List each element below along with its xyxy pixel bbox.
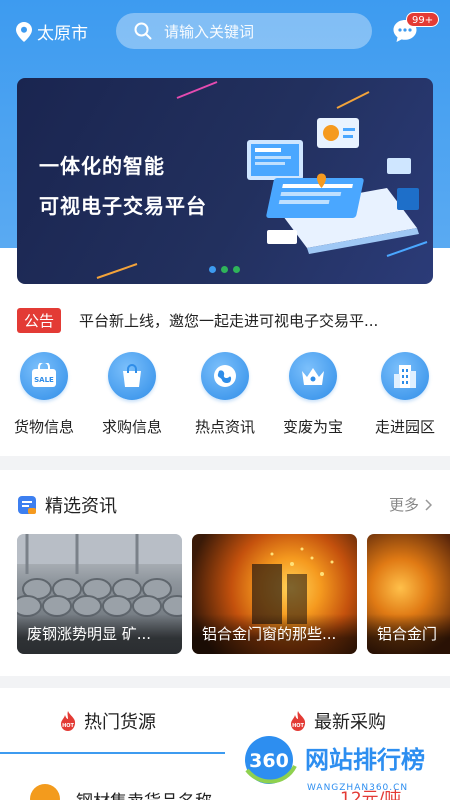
more-link[interactable]: 更多 — [389, 494, 432, 515]
news-card-title: 铝合金门窗的那些... — [192, 614, 357, 654]
city-label: 太原市 — [37, 24, 88, 44]
list-item[interactable]: 钢材集卖货品名称 — [30, 784, 212, 800]
sale-bag-icon: SALE — [20, 352, 68, 400]
product-name: 钢材集卖货品名称 — [76, 787, 212, 800]
svg-text:HOT: HOT — [62, 723, 74, 729]
location-selector[interactable]: 太原市 — [16, 19, 88, 44]
search-input[interactable]: 请输入关键词 — [116, 13, 372, 49]
banner-headline-1: 一体化的智能 — [39, 154, 165, 178]
tab-label: 热门货源 — [84, 712, 156, 733]
news-card-title: 铝合金门 — [367, 614, 450, 654]
category-waste-to-treasure[interactable]: 变废为宝 — [273, 352, 353, 437]
banner-headline-2: 可视电子交易平台 — [39, 194, 207, 218]
section-header: 精选资讯 — [17, 492, 117, 518]
category-hot-news[interactable]: 热点资讯 — [185, 352, 265, 437]
category-purchase-info[interactable]: 求购信息 — [92, 352, 172, 437]
category-goods-info[interactable]: SALE 货物信息 — [4, 352, 84, 437]
category-label: 热点资讯 — [194, 418, 255, 436]
globe-icon — [201, 352, 249, 400]
news-card-title: 废钢涨势明显 矿... — [17, 614, 182, 654]
news-card[interactable]: 铝合金门窗的那些... — [192, 534, 357, 654]
watermark-text: 网站排行榜 — [305, 746, 425, 774]
more-label: 更多 — [388, 496, 419, 514]
svg-text:SALE: SALE — [34, 376, 54, 384]
announcement-bar[interactable]: 公告 平台新上线，邀您一起走进可视电子交易平... — [17, 306, 433, 334]
category-label: 走进园区 — [374, 418, 435, 436]
location-pin-icon — [16, 21, 32, 42]
shopping-bag-icon — [108, 352, 156, 400]
banner-dot[interactable] — [233, 266, 240, 273]
crown-icon — [289, 352, 337, 400]
news-card[interactable]: 废钢涨势明显 矿... — [17, 534, 182, 654]
message-badge: 99+ — [406, 12, 440, 27]
tab-hot-supply[interactable]: HOT 热门货源 — [58, 708, 156, 734]
featured-news-section: 精选资讯 更多 废钢涨势明显 矿... 铝合金门窗的那些... 铝合金门 — [0, 470, 450, 676]
top-header: 太原市 请输入关键词 99+ — [0, 0, 450, 62]
active-tab-indicator — [0, 752, 225, 754]
watermark-url: WANGZHAN360.CN — [307, 783, 408, 793]
category-label: 货物信息 — [13, 418, 74, 436]
news-document-icon — [18, 496, 36, 514]
banner-dot[interactable] — [221, 266, 228, 273]
watermark-brand: 360 — [249, 750, 289, 772]
category-grid: SALE 货物信息 求购信息 热点资讯 变废为宝 走进园区 — [0, 352, 450, 442]
chevron-right-icon — [425, 498, 432, 511]
banner-carousel[interactable]: 一体化的智能 可视电子交易平台 — [17, 78, 433, 284]
category-label: 求购信息 — [101, 418, 162, 436]
product-thumbnail — [30, 784, 60, 800]
hot-flame-icon: HOT — [61, 711, 76, 731]
announcement-text[interactable]: 平台新上线，邀您一起走进可视电子交易平... — [79, 310, 378, 331]
banner-dot[interactable] — [209, 266, 216, 273]
news-card[interactable]: 铝合金门 — [367, 534, 450, 654]
banner-pagination — [209, 266, 240, 273]
search-icon — [134, 22, 152, 40]
category-enter-park[interactable]: 走进园区 — [365, 352, 445, 437]
section-title: 精选资讯 — [45, 496, 117, 517]
category-label: 变废为宝 — [282, 418, 343, 436]
watermark-logo: 360 网站排行榜 WANGZHAN360.CN — [241, 732, 425, 793]
banner-illustration — [96, 81, 428, 279]
announcement-tag: 公告 — [17, 307, 62, 333]
search-placeholder: 请输入关键词 — [164, 22, 255, 41]
building-icon — [381, 352, 429, 400]
